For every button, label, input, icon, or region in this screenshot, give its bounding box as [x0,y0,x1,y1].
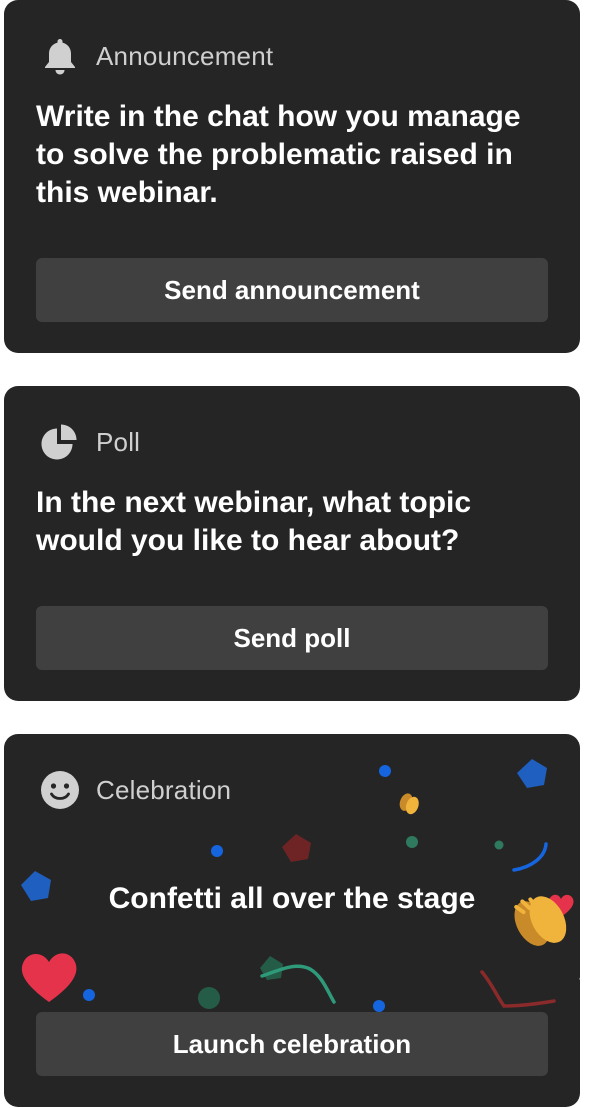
poll-card: Poll In the next webinar, what topic wou… [4,386,580,701]
confetti-ribbon [260,964,336,1004]
pie-chart-icon [40,422,80,462]
bell-icon [40,36,80,76]
poll-type-label: Poll [96,426,141,457]
celebration-message: Confetti all over the stage [108,882,476,915]
send-poll-button[interactable]: Send poll [36,606,548,670]
confetti-dot [198,987,220,1009]
announcement-card: Announcement Write in the chat how you m… [4,0,580,353]
confetti-diamond [579,977,580,980]
confetti-dot [406,836,418,848]
confetti-dot [494,840,504,850]
confetti-dot [373,1000,385,1012]
confetti-pentagon [517,759,547,788]
announcement-message: Write in the chat how you manage to solv… [36,100,521,209]
confetti-dot [211,845,223,857]
confetti-ribbon [512,842,548,872]
launch-celebration-button[interactable]: Launch celebration [36,1012,548,1076]
confetti-pentagon [282,834,311,862]
poll-message: In the next webinar, what topic would yo… [36,486,472,557]
confetti-dot [379,765,391,777]
confetti-ribbon [480,970,556,1008]
announcement-header: Announcement [40,36,273,76]
confetti-heart [21,953,77,1002]
clapping-hands [399,793,419,815]
celebration-card: Celebration Confetti all over the stage … [4,734,580,1107]
announcement-type-label: Announcement [96,40,274,71]
poll-header: Poll [40,422,140,462]
send-announcement-button[interactable]: Send announcement [36,258,548,322]
confetti-dot [83,989,95,1001]
